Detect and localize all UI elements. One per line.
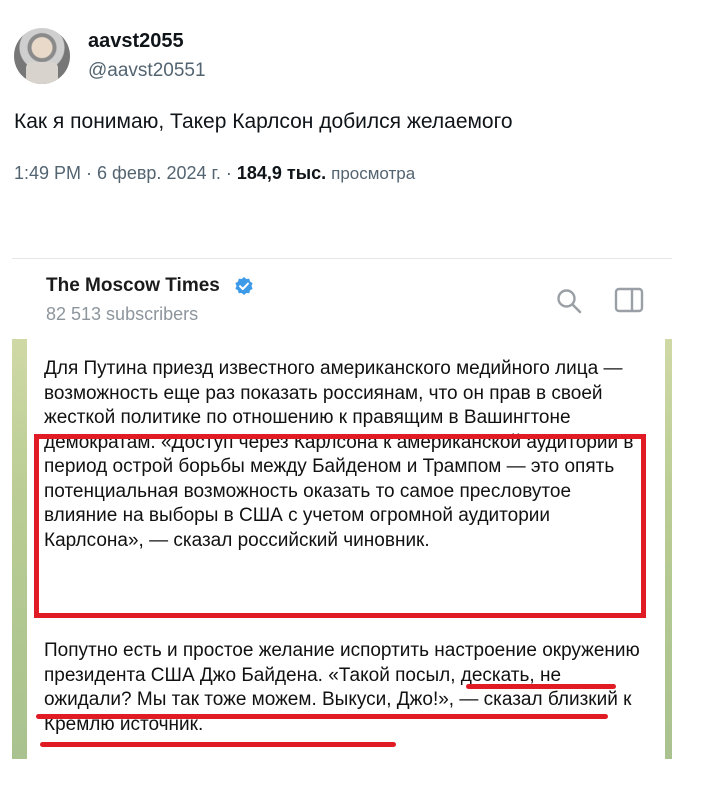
underline-1 xyxy=(466,684,616,689)
display-name[interactable]: aavst2055 xyxy=(88,30,184,53)
search-icon[interactable] xyxy=(555,287,583,315)
tweet-text: Как я понимаю, Такер Карлсон добился жел… xyxy=(14,110,513,133)
underline-2 xyxy=(36,714,608,719)
view-label: просмотра xyxy=(331,164,416,183)
highlight-box xyxy=(34,434,646,618)
subscriber-count: 82 513 subscribers xyxy=(46,304,199,324)
avatar[interactable] xyxy=(14,28,70,84)
user-handle[interactable]: @aavst20551 xyxy=(88,60,206,82)
tweet-meta: 1:49 PM · 6 февр. 2024 г. · 184,9 тыс. п… xyxy=(14,163,415,184)
verified-icon xyxy=(235,277,253,295)
underline-3 xyxy=(40,742,396,747)
side-panel-icon[interactable] xyxy=(614,287,644,313)
channel-name: The Moscow Times xyxy=(46,275,220,296)
tweet-timestamp[interactable]: 1:49 PM · 6 февр. 2024 г. · xyxy=(14,163,237,183)
view-count: 184,9 тыс. xyxy=(236,163,327,183)
